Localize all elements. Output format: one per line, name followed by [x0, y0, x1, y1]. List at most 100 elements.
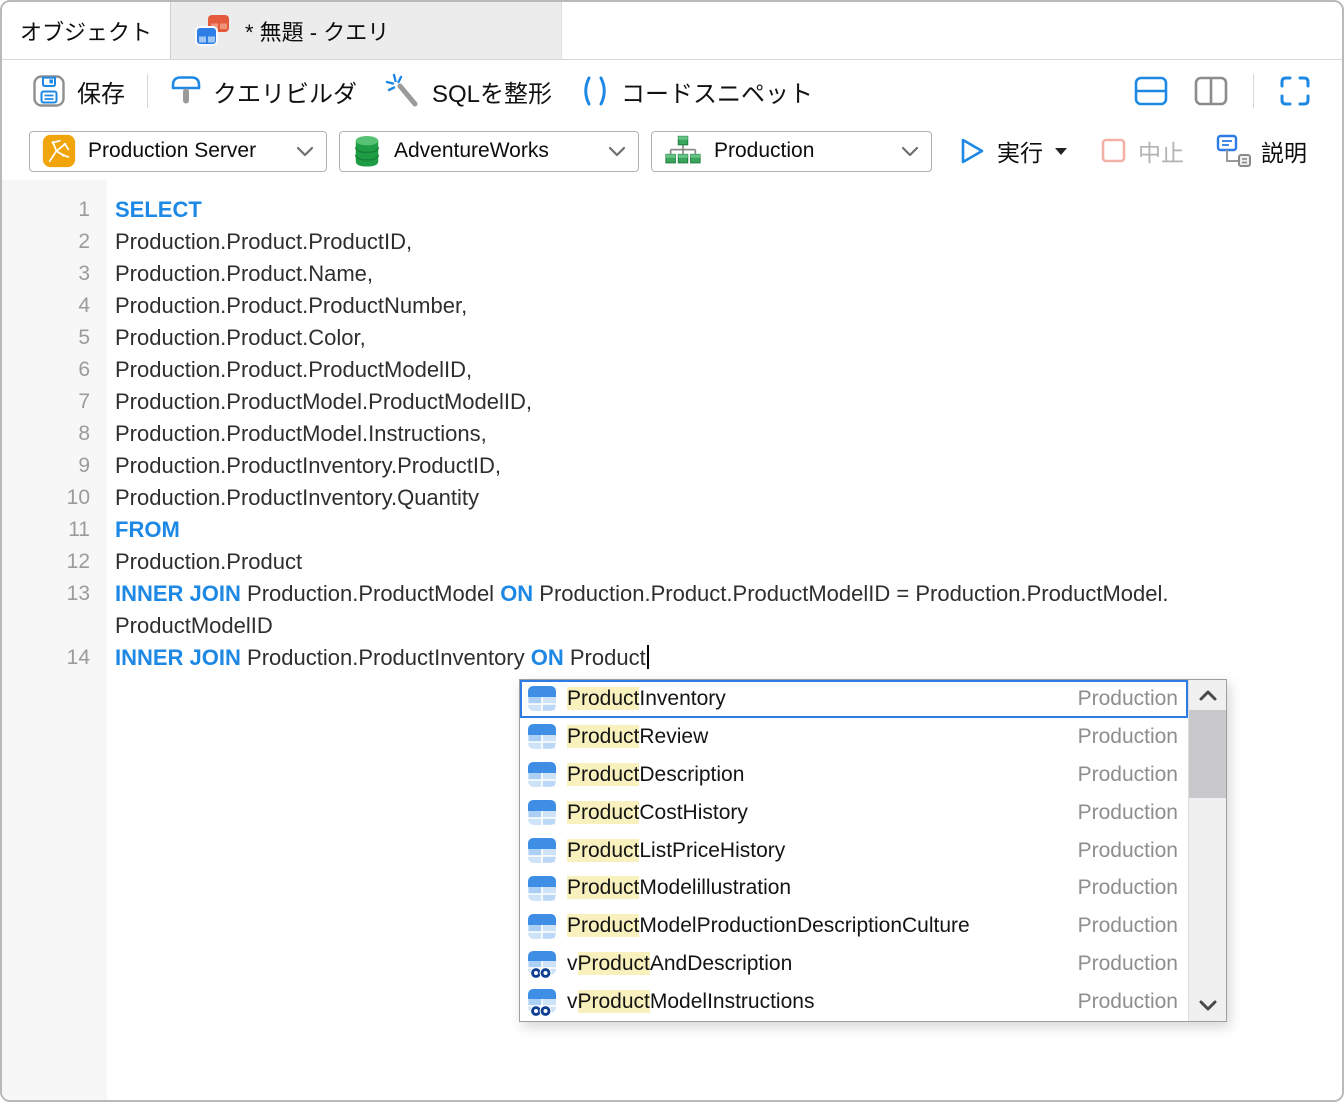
server-select[interactable]: Production Server	[29, 131, 327, 172]
code-text: Production.Product.Name,	[115, 258, 373, 290]
save-button[interactable]: 保存	[32, 74, 125, 109]
table-icon	[527, 837, 557, 864]
split-vertical-button[interactable]	[1193, 74, 1229, 108]
database-select[interactable]: AdventureWorks	[339, 131, 639, 172]
code-snippet-label: コードスニペット	[621, 74, 813, 109]
autocomplete-item-name: ProductModelillustration	[567, 876, 791, 900]
autocomplete-item[interactable]: vProductAndDescription Production	[520, 945, 1188, 983]
sql-editor[interactable]: 1 SELECT2Production.Product.ProductID,3 Pr…	[2, 180, 1342, 1100]
code-line: 5 Production.Product.Color,	[2, 322, 1342, 354]
line-number: 5	[2, 322, 90, 354]
explain-label: 説明	[1261, 134, 1307, 168]
line-number: 2	[2, 226, 90, 258]
match-highlight: Product	[567, 687, 639, 710]
autocomplete-item-schema: Production	[1078, 725, 1188, 749]
beautify-sql-button[interactable]: SQLを整形	[385, 73, 552, 109]
toolbar-right-group	[1133, 74, 1312, 108]
toolbar: 保存 クエリビルダ SQLを整形	[2, 60, 1342, 122]
code-line: ProductModelID	[2, 610, 1342, 642]
view-icon	[527, 988, 557, 1017]
table-icon	[527, 685, 557, 712]
run-button[interactable]: 実行	[956, 134, 1067, 168]
code-line: 11FROM	[2, 514, 1342, 546]
code-text: Production.ProductInventory.ProductID,	[115, 450, 501, 482]
match-highlight: Product	[567, 801, 639, 824]
line-number: 14	[2, 642, 90, 674]
schema-select[interactable]: Production	[651, 131, 932, 172]
beautify-sql-label: SQLを整形	[432, 74, 552, 109]
autocomplete-item-name: vProductModelInstructions	[567, 990, 814, 1014]
chevron-down-icon	[608, 145, 626, 158]
tab-objects[interactable]: オブジェクト	[2, 2, 171, 59]
code-text: INNER JOIN Production.ProductInventory O…	[115, 642, 649, 674]
tab-query[interactable]: * 無題 - クエリ	[171, 2, 562, 59]
line-number: 3	[2, 258, 90, 290]
autocomplete-item[interactable]: ProductListPriceHistory Production	[520, 832, 1188, 870]
line-number: 9	[2, 450, 90, 482]
autocomplete-item[interactable]: ProductCostHistoryProduction	[520, 794, 1188, 832]
database-icon	[352, 133, 382, 169]
app-window: オブジェクト * 無題 - クエリ	[0, 0, 1344, 1102]
scroll-down-button[interactable]	[1189, 991, 1226, 1021]
code-line: 2Production.Product.ProductID,	[2, 226, 1342, 258]
autocomplete-item-schema: Production	[1078, 952, 1188, 976]
code-text: Production.ProductModel.Instructions,	[115, 418, 487, 450]
code-text: Production.Product.ProductNumber,	[115, 290, 467, 322]
split-vertical-icon	[1193, 74, 1229, 108]
autocomplete-item[interactable]: ProductReview Production	[520, 718, 1188, 756]
fullscreen-button[interactable]	[1278, 74, 1312, 108]
code-text: Production.Product.Color,	[115, 322, 366, 354]
autocomplete-item-name: vProductAndDescription	[567, 952, 792, 976]
code-snippet-button[interactable]: コードスニペット	[580, 74, 813, 109]
schema-icon	[664, 135, 702, 168]
autocomplete-item[interactable]: ProductModelProductionDescriptionCulture…	[520, 907, 1188, 945]
code-line: 7Production.ProductModel.ProductModelID,	[2, 386, 1342, 418]
autocomplete-item[interactable]: ProductInventoryProduction	[520, 680, 1188, 718]
autocomplete-item[interactable]: ProductModelillustration Production	[520, 869, 1188, 907]
tab-bar: オブジェクト * 無題 - クエリ	[2, 2, 1342, 60]
query-builder-button[interactable]: クエリビルダ	[170, 74, 357, 109]
autocomplete-popup: ProductInventoryProduction ProductReview…	[519, 679, 1227, 1022]
autocomplete-item-schema: Production	[1078, 839, 1188, 863]
autocomplete-item-name: ProductReview	[567, 725, 708, 749]
view-icon	[527, 950, 557, 979]
autocomplete-item-name: ProductDescription	[567, 763, 744, 787]
table-icon	[527, 761, 557, 788]
autocomplete-item-schema: Production	[1078, 801, 1188, 825]
line-number: 6	[2, 354, 90, 386]
code-text: SELECT	[115, 194, 202, 226]
parentheses-icon	[580, 75, 610, 107]
autocomplete-item[interactable]: vProductModelInstructionsProduction	[520, 983, 1188, 1021]
autocomplete-item-name: ProductListPriceHistory	[567, 839, 785, 863]
code-line: 13 INNER JOIN Production.ProductModel ON …	[2, 578, 1342, 610]
autocomplete-scrollbar[interactable]	[1188, 680, 1226, 1021]
line-number: 4	[2, 290, 90, 322]
code-line: 3 Production.Product.Name,	[2, 258, 1342, 290]
code-text: INNER JOIN Production.ProductModel ON Pr…	[115, 578, 1168, 610]
split-horizontal-button[interactable]	[1133, 74, 1169, 108]
autocomplete-item-name: ProductModelProductionDescriptionCulture	[567, 914, 970, 938]
save-icon	[32, 74, 66, 108]
code-text: FROM	[115, 514, 180, 546]
split-horizontal-icon	[1133, 74, 1169, 108]
run-dropdown-caret[interactable]	[1055, 148, 1067, 155]
scroll-up-button[interactable]	[1189, 680, 1226, 710]
explain-icon	[1216, 133, 1252, 169]
stop-button: 中止	[1099, 134, 1184, 168]
explain-button[interactable]: 説明	[1216, 133, 1307, 169]
scrollbar-thumb[interactable]	[1189, 710, 1226, 798]
line-number: 8	[2, 418, 90, 450]
tab-objects-label: オブジェクト	[20, 15, 152, 47]
code-line: 10Production.ProductInventory.Quantity	[2, 482, 1342, 514]
match-highlight: Product	[578, 952, 650, 975]
scroll-down-icon	[1198, 1000, 1218, 1012]
line-number: 1	[2, 194, 90, 226]
line-number: 13	[2, 578, 90, 610]
fullscreen-icon	[1278, 74, 1312, 108]
table-icon	[527, 723, 557, 750]
line-number: 10	[2, 482, 90, 514]
magic-wand-icon	[385, 73, 421, 109]
autocomplete-item-schema: Production	[1078, 876, 1188, 900]
autocomplete-item[interactable]: ProductDescriptionProduction	[520, 756, 1188, 794]
query-builder-icon	[170, 74, 202, 108]
